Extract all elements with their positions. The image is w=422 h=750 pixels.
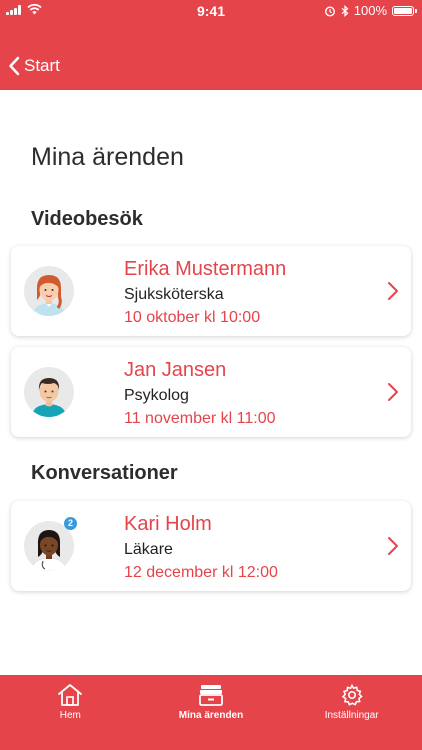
appointment-date: 12 december kl 12:00 [124, 564, 278, 581]
chevron-right-icon [388, 383, 398, 401]
back-button-label: Start [24, 56, 60, 75]
nurse-avatar-icon [24, 266, 74, 316]
tab-mina-arenden-label: Mina ärenden [178, 710, 244, 721]
tab-installningar[interactable]: Inställningar [281, 675, 422, 750]
section-title-konversationer: Konversationer [31, 462, 178, 484]
person-name: Jan Jansen [124, 359, 227, 381]
tab-home-label: Hem [59, 710, 81, 721]
back-button[interactable]: Start [8, 56, 60, 76]
header-bar: 9:41 100% Start [0, 0, 422, 90]
person-role: Sjuksköterska [124, 286, 224, 303]
bluetooth-icon [341, 4, 349, 17]
battery-icon [392, 5, 417, 16]
tab-installningar-label: Inställningar [324, 710, 379, 721]
home-icon [58, 684, 83, 706]
tab-mina-arenden[interactable]: Mina ärenden [141, 675, 282, 750]
chevron-right-icon [388, 537, 398, 555]
list-item[interactable]: Erika Mustermann Sjuksköterska 10 oktobe… [11, 246, 411, 336]
inbox-icon [199, 685, 223, 706]
list-item[interactable]: 2 Kari Holm Läkare 12 december kl 12:00 [11, 501, 411, 591]
status-bar: 9:41 100% [0, 0, 422, 22]
psychologist-avatar-icon [24, 367, 74, 417]
list-item[interactable]: Jan Jansen Psykolog 11 november kl 11:00 [11, 347, 411, 437]
person-name: Kari Holm [124, 513, 212, 535]
unread-badge: 2 [64, 517, 77, 530]
section-title-videobesok: Videobesök [31, 208, 143, 230]
tab-home[interactable]: Hem [0, 675, 141, 750]
alarm-icon [324, 5, 335, 17]
page-title: Mina ärenden [31, 143, 184, 171]
appointment-date: 11 november kl 11:00 [124, 410, 276, 427]
chevron-left-icon [9, 56, 20, 76]
person-role: Läkare [124, 541, 173, 558]
status-right: 100% [324, 3, 417, 18]
chevron-right-icon [388, 282, 398, 300]
tab-bar: Hem Mina ärenden Inställningar [0, 675, 422, 750]
battery-percent: 100% [353, 3, 387, 18]
person-name: Erika Mustermann [124, 258, 287, 280]
doctor-avatar-icon: 2 [24, 517, 77, 571]
gear-icon [341, 683, 363, 706]
person-role: Psykolog [124, 387, 189, 404]
appointment-date: 10 oktober kl 10:00 [124, 309, 261, 326]
